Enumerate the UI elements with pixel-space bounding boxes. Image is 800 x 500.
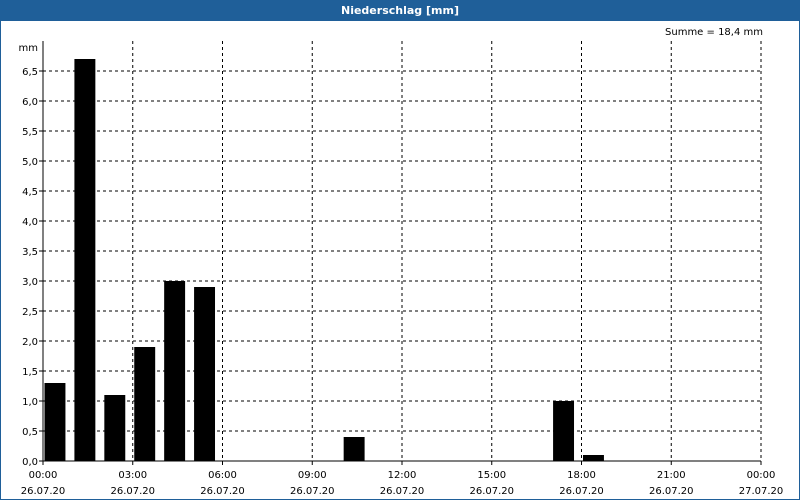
x-tick-time-label: 03:00 — [118, 470, 147, 481]
bar — [553, 401, 575, 461]
y-tick-label: 0,0 — [22, 457, 38, 468]
y-tick-label: 1,5 — [22, 367, 38, 378]
y-axis-unit-label: mm — [19, 43, 38, 54]
bar — [343, 437, 365, 461]
y-tick-label: 6,5 — [22, 67, 38, 78]
x-tick-date-label: 26.07.20 — [380, 486, 425, 497]
chart-window: Niederschlag [mm] Summe = 18,4 mm 0,0 0,5… — [0, 0, 800, 500]
x-tick-date-label: 26.07.20 — [469, 486, 514, 497]
precipitation-chart: 0,0 0,5 1,0 1,5 2,0 2,5 3,0 3,5 4,0 4,5 5,0 5,5 6,0 6… — [19, 41, 784, 497]
y-tick-label: 1,0 — [22, 397, 38, 408]
x-tick-time-label: 06:00 — [208, 470, 237, 481]
y-tick-label: 0,5 — [22, 427, 38, 438]
y-tick-label: 3,0 — [22, 277, 38, 288]
y-tick-labels: 0,0 0,5 1,0 1,5 2,0 2,5 3,0 3,5 4,0 4,5 5,0 5,5 6,0 6… — [19, 43, 38, 468]
x-tick-time-label: 00:00 — [29, 470, 58, 481]
y-tick-label: 5,5 — [22, 127, 38, 138]
bar — [134, 347, 156, 461]
y-tick-label: 5,0 — [22, 157, 38, 168]
chart-title: Niederschlag [mm] — [1, 1, 799, 21]
y-tick-label: 6,0 — [22, 97, 38, 108]
x-tick-date-label: 26.07.20 — [649, 486, 694, 497]
bar — [104, 395, 126, 461]
x-tick-time-label: 12:00 — [388, 470, 417, 481]
y-tick-label: 4,0 — [22, 217, 38, 228]
bar — [44, 383, 66, 461]
x-tick-date-label: 26.07.20 — [559, 486, 604, 497]
x-tick-time-label: 09:00 — [298, 470, 327, 481]
x-tick-time-label: 00:00 — [747, 470, 776, 481]
x-tick-date-label: 26.07.20 — [110, 486, 155, 497]
y-tick-label: 2,0 — [22, 337, 38, 348]
x-tick-time-label: 15:00 — [477, 470, 506, 481]
x-tick-time-label: 18:00 — [567, 470, 596, 481]
x-tick-date-label: 26.07.20 — [200, 486, 245, 497]
y-tick-label: 4,5 — [22, 187, 38, 198]
bar — [582, 455, 604, 461]
bar — [74, 59, 96, 461]
y-tick-label: 3,5 — [22, 247, 38, 258]
x-tick-time-label: 21:00 — [657, 470, 686, 481]
bar — [194, 287, 216, 461]
x-tick-date-label: 26.07.20 — [290, 486, 335, 497]
bar — [164, 281, 186, 461]
x-tick-date-label: 27.07.20 — [739, 486, 784, 497]
y-tick-label: 2,5 — [22, 307, 38, 318]
x-tick-date-label: 26.07.20 — [21, 486, 66, 497]
x-tick-labels: 00:00 26.07.20 03:00 26.07.20 06:00 26.07.20 0… — [21, 470, 784, 497]
